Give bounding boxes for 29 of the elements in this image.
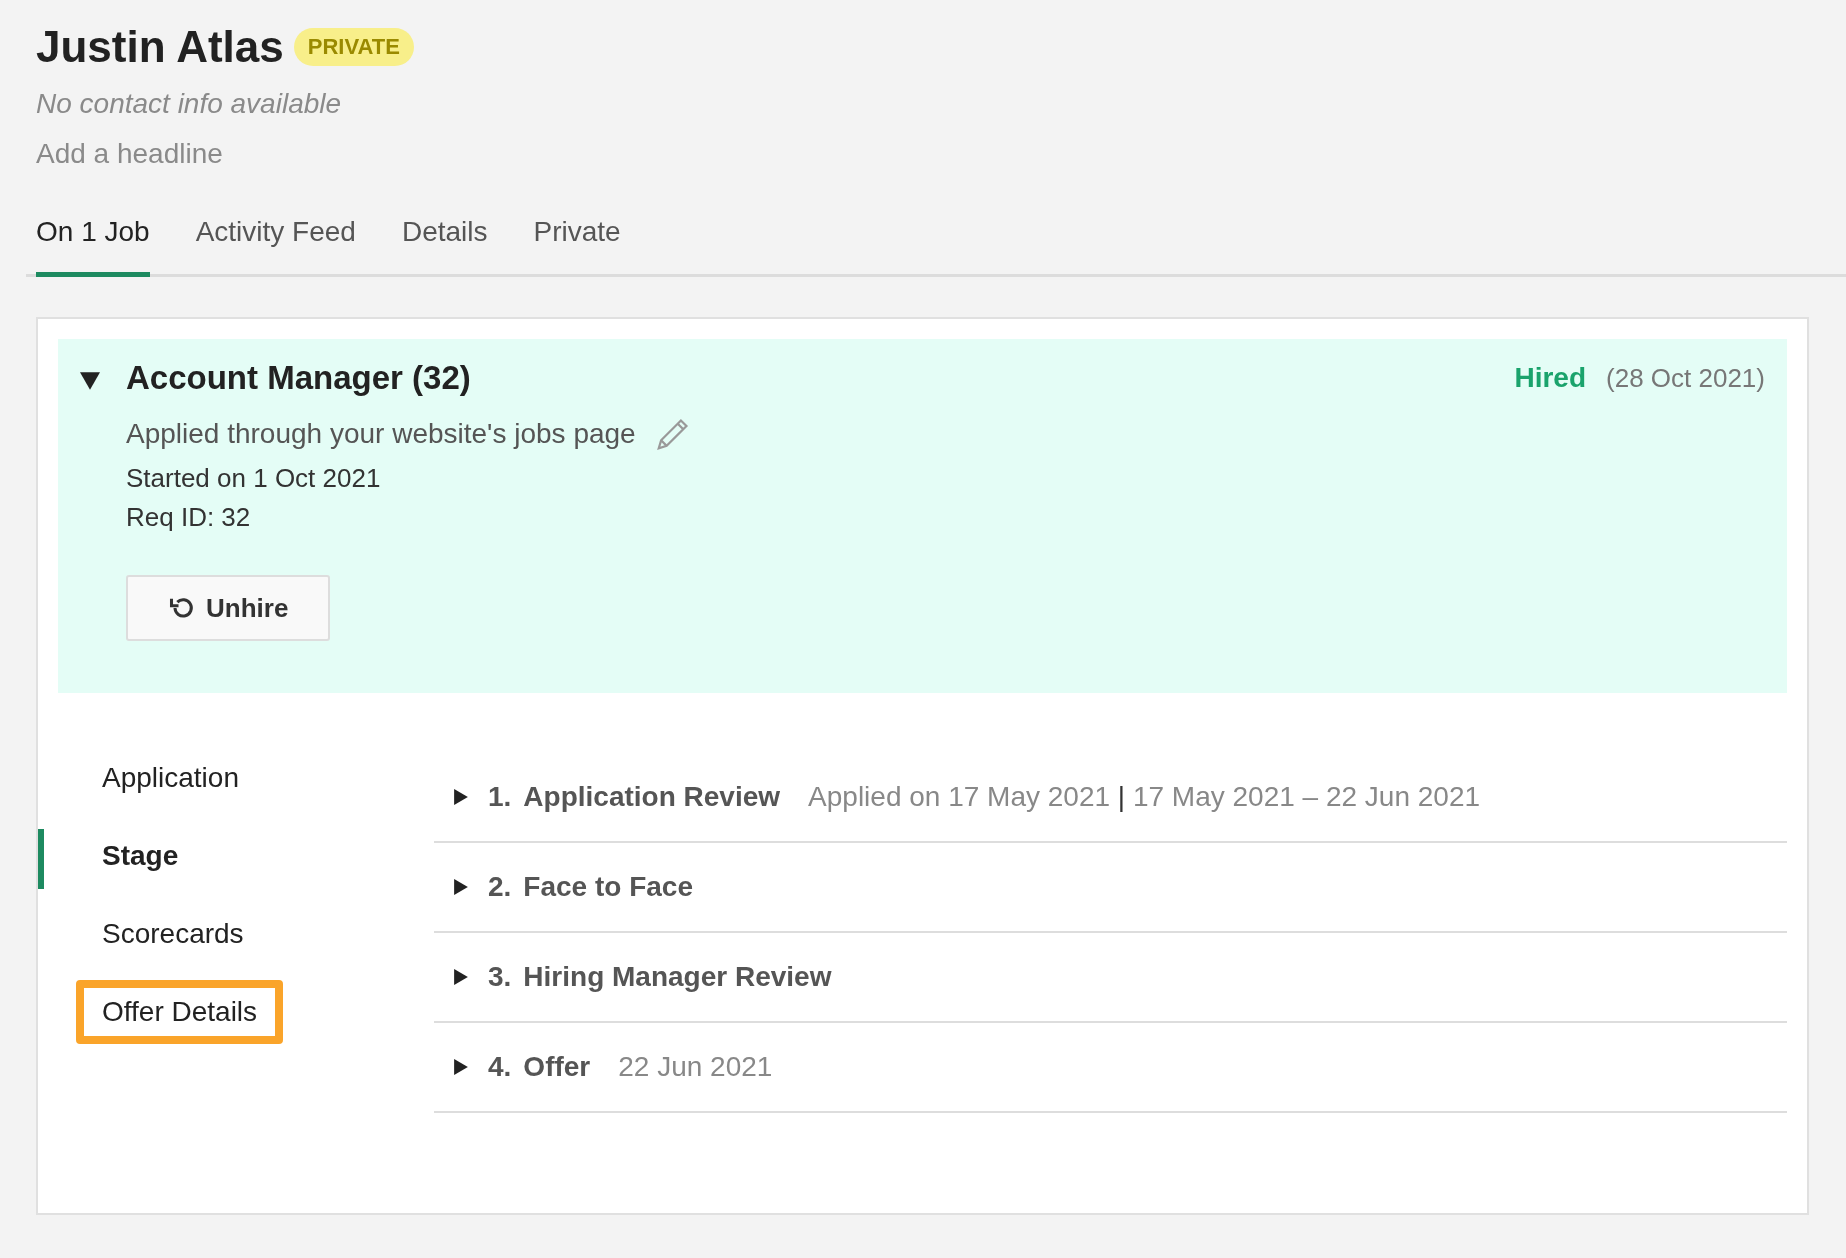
contact-info: No contact info available (36, 88, 343, 120)
stage-dates: 22 Jun 2021 (618, 1051, 773, 1083)
side-nav-item[interactable]: Scorecards (76, 902, 270, 966)
stage-title[interactable]: 3. Hiring Manager Review (488, 961, 832, 993)
stage-title[interactable]: 2. Face to Face (488, 871, 693, 903)
tab[interactable]: Activity Feed (195, 216, 356, 277)
side-nav-item[interactable]: Application (76, 746, 265, 810)
private-badge: PRIVATE (293, 28, 414, 66)
expand-triangle-icon[interactable] (454, 789, 468, 805)
status-label: Hired (1514, 362, 1586, 394)
req-id: Req ID: 32 (126, 502, 252, 533)
side-nav-item[interactable]: Offer Details (76, 980, 284, 1044)
stage-title[interactable]: 4. Offer (488, 1051, 591, 1083)
tab[interactable]: Details (401, 216, 488, 277)
application-source: Applied through your website's jobs page (126, 418, 636, 450)
side-nav-item[interactable]: Stage (76, 824, 205, 888)
collapse-triangle-icon[interactable] (80, 372, 100, 390)
expand-triangle-icon[interactable] (454, 1059, 468, 1075)
expand-triangle-icon[interactable] (454, 879, 468, 895)
candidate-name: Justin Atlas (36, 22, 284, 72)
job-title: Account Manager (32) (126, 359, 471, 397)
unhire-button[interactable]: Unhire (126, 575, 331, 641)
expand-triangle-icon[interactable] (454, 969, 468, 985)
status-date: (28 Oct 2021) (1606, 362, 1765, 394)
stage-title[interactable]: 1. Application Review (488, 781, 781, 813)
tab[interactable]: On 1 Job (36, 216, 150, 277)
stage-dates: Applied on 17 May 2021 | 17 May 2021 – 22 Jun 2021 (808, 781, 1481, 813)
start-date: Started on 1 Oct 2021 (126, 463, 382, 494)
tab[interactable]: Private (533, 216, 621, 277)
